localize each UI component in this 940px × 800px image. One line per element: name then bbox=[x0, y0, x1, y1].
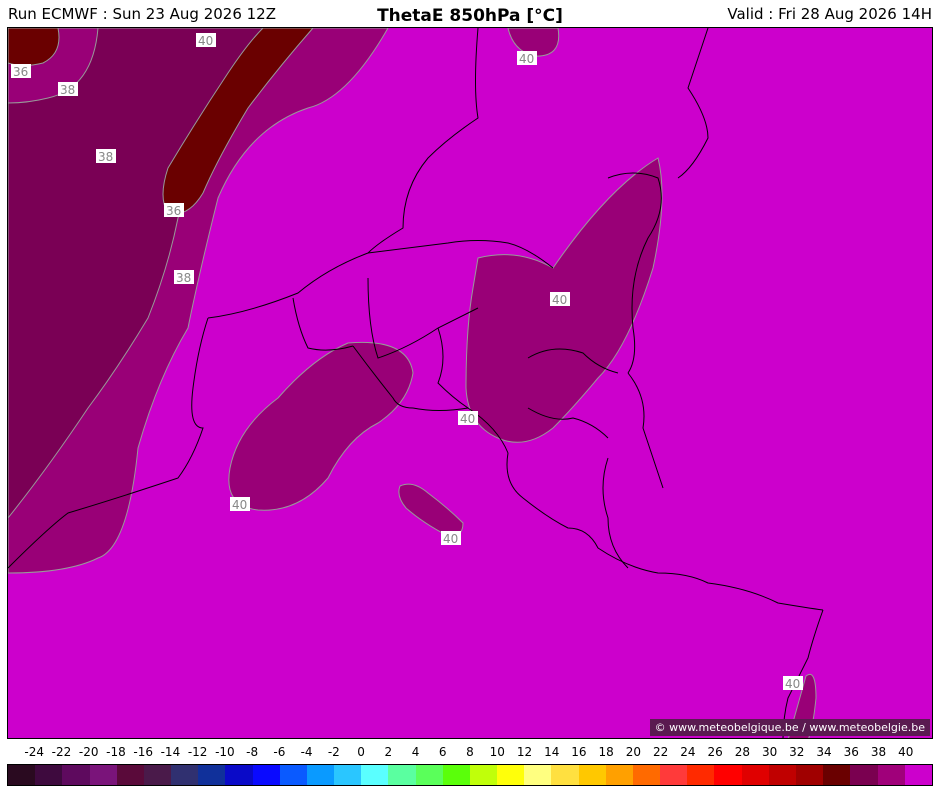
scale-tick-label: 14 bbox=[544, 745, 560, 759]
scale-swatch bbox=[660, 765, 688, 785]
contour-label-38: 38 bbox=[60, 83, 75, 97]
scale-swatch bbox=[524, 765, 552, 785]
scale-swatch bbox=[8, 765, 36, 785]
scale-tick-label: -2 bbox=[327, 745, 340, 759]
scale-tick-label: 4 bbox=[411, 745, 420, 759]
scale-swatch bbox=[35, 765, 63, 785]
credit-text: © www.meteobelgique.be / www.meteobelgie… bbox=[649, 719, 930, 736]
scale-tick-label: 16 bbox=[571, 745, 587, 759]
scale-swatch bbox=[768, 765, 796, 785]
scale-swatch bbox=[89, 765, 117, 785]
scale-tick-label: -12 bbox=[187, 745, 208, 759]
scale-swatch bbox=[605, 765, 633, 785]
scale-swatch bbox=[850, 765, 878, 785]
contour-label-40: 40 bbox=[232, 498, 247, 512]
scale-tick-label: 22 bbox=[653, 745, 669, 759]
scale-tick-label: 24 bbox=[680, 745, 696, 759]
scale-tick-label: 34 bbox=[816, 745, 832, 759]
contour-label-40: 40 bbox=[443, 532, 458, 546]
scale-bar bbox=[7, 764, 933, 786]
contour-label-36: 36 bbox=[13, 65, 28, 79]
scale-tick-label: 2 bbox=[384, 745, 393, 759]
scale-tick-label: -18 bbox=[106, 745, 126, 759]
map-canvas: 36 38 40 38 36 38 40 40 40 40 40 40 bbox=[8, 28, 932, 738]
contour-label-38: 38 bbox=[176, 271, 191, 285]
scale-tick-label: 20 bbox=[625, 745, 642, 759]
scale-tick-label: 6 bbox=[438, 745, 447, 759]
scale-swatch bbox=[252, 765, 280, 785]
scale-swatch bbox=[116, 765, 144, 785]
scale-tick-label: -4 bbox=[300, 745, 313, 759]
scale-tick-label: -8 bbox=[246, 745, 259, 759]
scale-tick-label: -20 bbox=[78, 745, 99, 759]
scale-swatch bbox=[687, 765, 715, 785]
scale-tick-label: 32 bbox=[789, 745, 805, 759]
contour-label-40: 40 bbox=[198, 34, 213, 48]
scale-tick-label: 8 bbox=[466, 745, 474, 759]
thetae-map: 36 38 40 38 36 38 40 40 40 40 40 40 © ww… bbox=[7, 27, 933, 739]
scale-swatch bbox=[904, 765, 932, 785]
scale-swatch bbox=[551, 765, 579, 785]
scale-swatch bbox=[741, 765, 769, 785]
scale-swatch bbox=[877, 765, 905, 785]
scale-swatch bbox=[795, 765, 824, 785]
scale-tick-label: 30 bbox=[761, 745, 778, 759]
scale-swatch bbox=[578, 765, 606, 785]
scale-tick-label: 28 bbox=[734, 745, 750, 759]
scale-swatch bbox=[334, 765, 362, 785]
scale-tick-label: 0 bbox=[357, 745, 365, 759]
scale-swatch bbox=[388, 765, 416, 785]
color-scale: -24 -22 -20 -18 -16 -14 -12 -10 -8 -6 -4 -2 0 2 4 6 8 10 1… bbox=[7, 745, 933, 795]
scale-swatch bbox=[497, 765, 525, 785]
scale-tick-label: 12 bbox=[516, 745, 533, 759]
scale-tick-label: -10 bbox=[215, 745, 235, 759]
scale-tick-label: -14 bbox=[160, 745, 181, 759]
scale-tick-label: -22 bbox=[51, 745, 72, 759]
contour-label-38: 38 bbox=[98, 150, 113, 164]
contour-label-40: 40 bbox=[519, 52, 534, 66]
contour-label-40: 40 bbox=[785, 677, 800, 691]
scale-tick-label: -6 bbox=[273, 745, 286, 759]
scale-tick-label: 36 bbox=[843, 745, 859, 759]
valid-time: Valid : Fri 28 Aug 2026 14H bbox=[727, 5, 932, 23]
scale-swatch bbox=[632, 765, 661, 785]
scale-swatch bbox=[469, 765, 498, 785]
scale-tick-label: 18 bbox=[598, 745, 614, 759]
scale-swatch bbox=[714, 765, 742, 785]
scale-swatch bbox=[306, 765, 335, 785]
scale-swatch bbox=[171, 765, 199, 785]
contour-label-36: 36 bbox=[166, 204, 181, 218]
scale-tick-label: 38 bbox=[870, 745, 887, 759]
scale-tick-label: 40 bbox=[898, 745, 914, 759]
scale-swatch bbox=[279, 765, 307, 785]
scale-tick-label: 10 bbox=[489, 745, 505, 759]
scale-swatch bbox=[198, 765, 226, 785]
scale-swatch bbox=[442, 765, 470, 785]
contour-label-40: 40 bbox=[552, 293, 567, 307]
scale-tick-label: -16 bbox=[133, 745, 153, 759]
scale-swatch bbox=[62, 765, 90, 785]
scale-swatch bbox=[823, 765, 851, 785]
scale-swatch bbox=[143, 765, 172, 785]
scale-tick-label: -24 bbox=[24, 745, 45, 759]
scale-swatch bbox=[225, 765, 253, 785]
scale-tick-label: 26 bbox=[707, 745, 723, 759]
scale-swatch bbox=[415, 765, 443, 785]
contour-label-40: 40 bbox=[460, 412, 475, 426]
scale-swatch bbox=[361, 765, 389, 785]
